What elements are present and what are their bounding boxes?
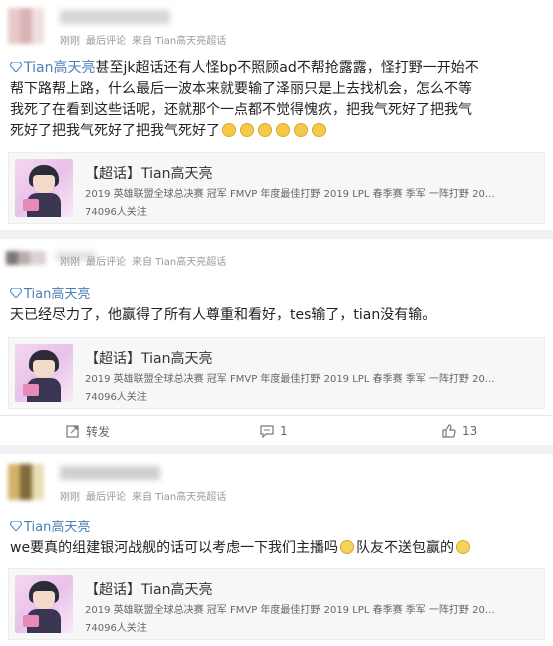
post-time: 刚刚 <box>60 36 80 47</box>
post-source[interactable]: 来自 Tian高天亮超话 <box>132 492 226 503</box>
post-source[interactable]: 来自 Tian高天亮超话 <box>132 36 226 47</box>
last-comment-label: 最后评论 <box>86 492 126 503</box>
post-meta: 刚刚 最后评论 来自 Tian高天亮超话 <box>60 488 232 503</box>
card-title: 【超话】Tian高天亮 <box>85 166 213 182</box>
topic-tag-link[interactable]: Tian高天亮 <box>9 516 90 535</box>
like-count: 13 <box>462 424 478 438</box>
thumbs-up-icon <box>442 424 456 438</box>
topic-tag-link[interactable]: Tian高天亮 <box>9 58 95 79</box>
repost-label: 转发 <box>86 424 111 439</box>
smile-emoji-icon <box>294 123 308 137</box>
post-time: 刚刚 <box>60 492 80 503</box>
post-actions: 转发 1 13 <box>0 416 553 446</box>
post-text: 天已经尽力了，他赢得了所有人尊重和看好，tes输了，tian没有输。 <box>10 307 437 323</box>
card-title: 【超话】Tian高天亮 <box>85 351 213 367</box>
username-blurred[interactable] <box>60 10 170 24</box>
post-meta: 刚刚 最后评论 来自 Tian高天亮超话 <box>60 32 232 47</box>
username-blurred[interactable] <box>60 466 160 480</box>
comment-count: 1 <box>280 424 288 438</box>
diamond-icon <box>9 58 24 79</box>
super-topic-card[interactable]: 【超话】Tian高天亮 2019 英雄联盟全球总决赛 冠军 FMVP 年度最佳打… <box>8 337 545 409</box>
post-2: 刚刚 最后评论 来自 Tian高天亮超话 Tian高天亮 天已经尽力了，他赢得了所有… <box>0 239 553 445</box>
super-topic-card[interactable]: 【超话】Tian高天亮 2019 英雄联盟全球总决赛 冠军 FMVP 年度最佳打… <box>8 568 545 640</box>
post-text-line-2: 帮下路帮上路，什么最后一波本来就要输了泽丽只是上去找机会，怎么不等 <box>10 81 472 97</box>
diamond-icon <box>9 287 23 302</box>
post-separator <box>0 445 553 454</box>
post-text-line-3: 我死了在看到这些话呢，还就那个一点都不觉得愧疚，把我气死好了把我气 <box>10 102 472 118</box>
card-followers: 74096人关注 <box>85 392 147 403</box>
post-text-line-1: 甚至jk超话还有人怪bp不照顾ad不帮抢露露，怪打野一开始不 <box>95 60 479 76</box>
card-subtitle: 2019 英雄联盟全球总决赛 冠军 FMVP 年度最佳打野 2019 LPL 春… <box>85 374 495 385</box>
super-topic-thumbnail <box>15 575 73 633</box>
comment-icon <box>260 425 274 438</box>
post-text-part-1: we要真的组建银河战舰的话可以考虑一下我们主播吗 <box>10 540 339 556</box>
repost-button[interactable]: 转发 <box>66 416 110 446</box>
last-comment-label: 最后评论 <box>86 36 126 47</box>
smile-emoji-icon <box>222 123 236 137</box>
super-topic-thumbnail <box>15 344 73 402</box>
smile-emoji-icon <box>240 123 254 137</box>
topic-tag-link[interactable]: Tian高天亮 <box>9 283 90 302</box>
post-text: Tian高天亮甚至jk超话还有人怪bp不照顾ad不帮抢露露，怪打野一开始不 帮下… <box>9 58 543 142</box>
smile-emoji-icon <box>312 123 326 137</box>
repost-icon <box>66 425 79 438</box>
card-followers: 74096人关注 <box>85 623 147 634</box>
crying-laugh-emoji-icon <box>456 540 471 554</box>
avatar[interactable] <box>8 8 44 44</box>
post-text-line-4: 死好了把我气死好了把我气死好了 <box>10 123 220 139</box>
avatar[interactable] <box>6 251 46 265</box>
post-1: 刚刚 最后评论 来自 Tian高天亮超话 Tian高天亮甚至jk超话还有人怪bp不照… <box>0 0 553 230</box>
post-meta: 刚刚 最后评论 来自 Tian高天亮超话 <box>60 253 232 268</box>
like-button[interactable]: 13 <box>442 416 477 446</box>
card-subtitle: 2019 英雄联盟全球总决赛 冠军 FMVP 年度最佳打野 2019 LPL 春… <box>85 605 495 616</box>
post-text: we要真的组建银河战舰的话可以考虑一下我们主播吗 队友不送包赢的 <box>10 538 543 559</box>
post-time: 刚刚 <box>60 257 80 268</box>
last-comment-label: 最后评论 <box>86 257 126 268</box>
smile-emoji-icon <box>276 123 290 137</box>
post-source[interactable]: 来自 Tian高天亮超话 <box>132 257 226 268</box>
crying-laugh-emoji-icon <box>340 540 355 554</box>
diamond-icon <box>9 520 23 535</box>
card-followers: 74096人关注 <box>85 207 147 218</box>
card-subtitle: 2019 英雄联盟全球总决赛 冠军 FMVP 年度最佳打野 2019 LPL 春… <box>85 189 495 200</box>
smile-emoji-icon <box>258 123 272 137</box>
post-separator <box>0 230 553 239</box>
card-title: 【超话】Tian高天亮 <box>85 582 213 598</box>
super-topic-thumbnail <box>15 159 73 217</box>
avatar[interactable] <box>8 464 44 500</box>
post-3: 刚刚 最后评论 来自 Tian高天亮超话 Tian高天亮 we要真的组建银河战舰的话… <box>0 454 553 646</box>
comment-button[interactable]: 1 <box>260 416 288 446</box>
super-topic-card[interactable]: 【超话】Tian高天亮 2019 英雄联盟全球总决赛 冠军 FMVP 年度最佳打… <box>8 152 545 224</box>
post-text-part-2: 队友不送包赢的 <box>356 540 455 556</box>
